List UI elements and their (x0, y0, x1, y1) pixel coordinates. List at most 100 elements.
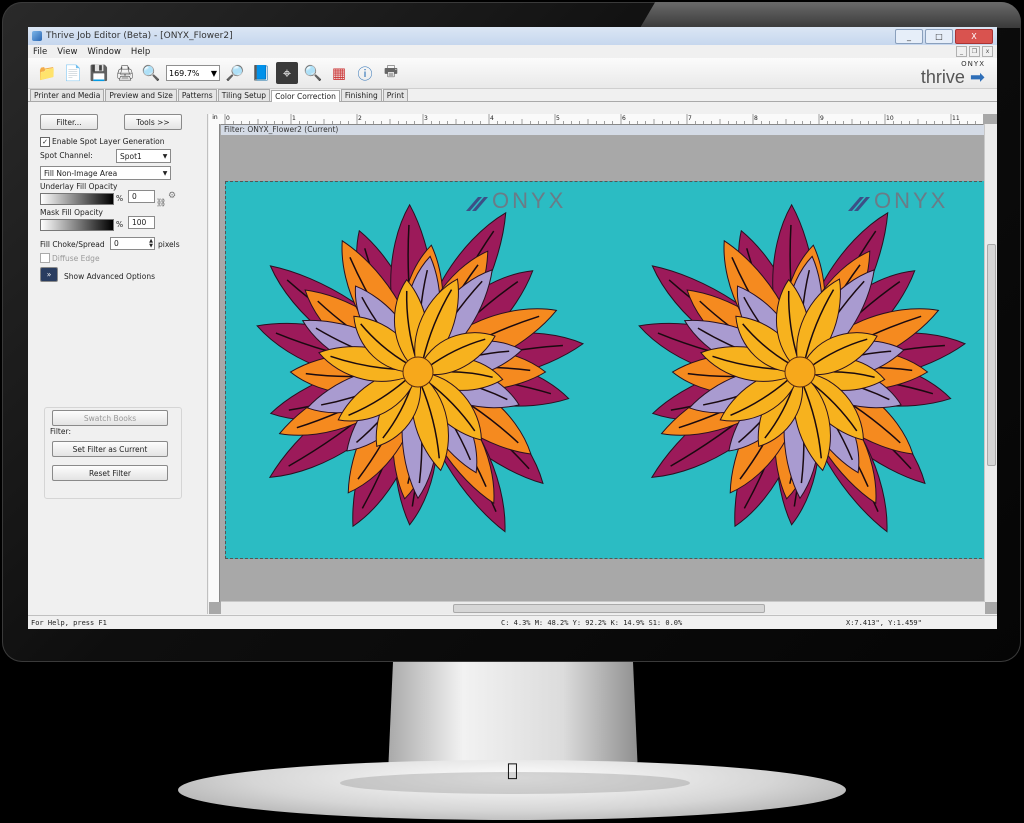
filter-group-label: Filter: (50, 427, 71, 436)
onyx-logo-text: ONYX (492, 188, 567, 213)
mask-opacity-gradient[interactable] (40, 219, 114, 231)
underlay-opacity-input[interactable]: 0 (128, 190, 155, 203)
zoom-icon[interactable]: 🔍 (140, 62, 162, 84)
save-job-icon[interactable]: 📄 (62, 62, 84, 84)
title-bar: Thrive Job Editor (Beta) - [ONYX_Flower2… (28, 27, 997, 45)
tab-patterns[interactable]: Patterns (177, 89, 217, 101)
vertical-scrollbar[interactable] (984, 124, 997, 602)
ruler-number: 2 (358, 115, 362, 122)
show-advanced-label[interactable]: Show Advanced Options (64, 272, 155, 281)
tab-printer-and-media[interactable]: Printer and Media (30, 89, 105, 101)
image-canvas[interactable]: ONYX ONYX (225, 181, 992, 559)
link-icon[interactable]: ⛓ (156, 198, 166, 207)
mask-opacity-input[interactable]: 100 (128, 216, 155, 229)
fill-mode-value: Fill Non-Image Area (44, 168, 118, 178)
window-title: Thrive Job Editor (Beta) - [ONYX_Flower2… (46, 31, 233, 41)
app-window: Thrive Job Editor (Beta) - [ONYX_Flower2… (28, 27, 997, 629)
bezel-reflection (640, 2, 1021, 28)
underlay-opacity-gradient[interactable] (40, 193, 114, 205)
diffuse-edge-checkbox[interactable] (40, 253, 50, 263)
tools-button[interactable]: Tools >> (124, 114, 182, 130)
app-icon (32, 31, 42, 41)
zoom-in-icon[interactable]: 🔎 (224, 62, 246, 84)
set-filter-current-button[interactable]: Set Filter as Current (52, 441, 168, 457)
reset-filter-button[interactable]: Reset Filter (52, 465, 168, 481)
gear-icon[interactable]: ⚙ (168, 191, 176, 201)
underlay-opacity-label: Underlay Fill Opacity (40, 182, 118, 191)
ruler-ticks: 0 1 2 3 4 5 6 7 8 9 10 11 (224, 114, 976, 124)
chevron-down-icon: ▼ (162, 169, 168, 177)
onyx-thrive-logo: ONYX thrive ➡ (920, 60, 985, 87)
fill-choke-input[interactable]: 0 ▲ ▼ (110, 237, 155, 250)
filter-button[interactable]: Filter... (40, 114, 98, 130)
page-view-icon[interactable]: 📘 (250, 62, 272, 84)
toolbar: 📁 📄 💾 🖨 🔍 169.7% ▼ 🔎 📘 ⌖ 🔍 ▦ ⓘ 🖶 ONYX th… (28, 58, 997, 89)
apple-logo-icon:  (507, 760, 518, 781)
flower-center (402, 356, 434, 388)
mdi-close-button[interactable]: x (982, 46, 993, 57)
arrow-right-icon: ➡ (969, 67, 985, 87)
info-icon[interactable]: ⓘ (354, 62, 376, 84)
tab-tiling-setup[interactable]: Tiling Setup (217, 89, 271, 101)
vertical-scroll-thumb[interactable] (987, 244, 996, 466)
onyx-mark-icon (464, 193, 488, 212)
swatch-books-button[interactable]: Swatch Books (52, 410, 168, 426)
tab-print[interactable]: Print (382, 89, 409, 101)
tab-preview-and-size[interactable]: Preview and Size (105, 89, 177, 101)
open-folder-icon[interactable]: 📁 (36, 62, 58, 84)
monitor-frame:  Thrive Job Editor (Beta) - [ONYX_Flowe… (0, 0, 1024, 823)
flower-artwork (256, 203, 967, 533)
menu-file[interactable]: File (28, 47, 52, 57)
diffuse-edge-label: Diffuse Edge (52, 254, 100, 263)
spin-arrows-icon: ▲ ▼ (149, 237, 153, 249)
chevron-down-icon: ▼ (162, 152, 168, 160)
status-color-values: C: 4.3% M: 48.2% Y: 92.2% K: 14.9% S1: 0… (501, 618, 683, 627)
ruler-number: 5 (556, 115, 560, 122)
mdi-restore-button[interactable]: ❐ (969, 46, 980, 57)
expand-advanced-icon[interactable]: » (40, 267, 58, 282)
onyx-logo-left: ONYX (464, 188, 566, 214)
zoom-fit-icon[interactable]: 🔍 (302, 62, 324, 84)
ruler-number: 9 (820, 115, 824, 122)
horizontal-scroll-thumb[interactable] (453, 604, 765, 613)
print-icon[interactable]: 🖨 (114, 62, 136, 84)
brand-name: thrive (920, 67, 965, 87)
enable-spot-label: Enable Spot Layer Generation (52, 137, 165, 146)
status-help: For Help, press F1 (31, 618, 107, 627)
onyx-logo-right: ONYX (846, 188, 948, 214)
color-grid-icon[interactable]: ▦ (328, 62, 350, 84)
menu-view[interactable]: View (52, 47, 82, 57)
tab-finishing[interactable]: Finishing (340, 89, 382, 101)
minimize-button[interactable]: _ (895, 28, 923, 44)
ruler-unit-label: in (209, 114, 221, 124)
close-button[interactable]: X (955, 28, 993, 44)
enable-spot-checkbox[interactable]: ✓ (40, 137, 50, 147)
mdi-minimize-button[interactable]: _ (956, 46, 967, 57)
tab-strip: Printer and Media Preview and Size Patte… (28, 89, 997, 102)
chevron-down-icon: ▼ (210, 68, 217, 78)
mask-opacity-label: Mask Fill Opacity (40, 208, 103, 217)
zoom-select[interactable]: 169.7% ▼ (166, 65, 220, 81)
spot-channel-select[interactable]: Spot1 ▼ (116, 149, 171, 163)
color-correction-panel: Filter... Tools >> ✓ Enable Spot Layer G… (28, 114, 208, 614)
vertical-ruler (209, 124, 220, 602)
menu-help[interactable]: Help (126, 47, 155, 57)
spot-channel-value: Spot1 (120, 151, 142, 161)
tab-color-correction[interactable]: Color Correction (271, 90, 340, 102)
onyx-logo-text: ONYX (874, 188, 949, 213)
maximize-button[interactable]: □ (925, 28, 953, 44)
fill-choke-unit: pixels (158, 240, 180, 249)
menu-bar: File View Window Help _ ❐ x (28, 45, 997, 58)
fill-mode-select[interactable]: Fill Non-Image Area ▼ (40, 166, 171, 180)
ruler-number: 10 (886, 115, 894, 122)
save-icon[interactable]: 💾 (88, 62, 110, 84)
menu-window[interactable]: Window (82, 47, 126, 57)
printer-icon[interactable]: 🖶 (380, 62, 402, 84)
preview-workarea: in 0 1 2 3 4 5 6 7 8 9 10 11 Filter: ONYX_Flower2 (… (209, 114, 997, 614)
fill-choke-value: 0 (114, 239, 119, 248)
ruler-number: 6 (622, 115, 626, 122)
crop-icon[interactable]: ⌖ (276, 62, 298, 84)
status-bar: For Help, press F1 C: 4.3% M: 48.2% Y: 9… (28, 615, 997, 629)
ruler-number: 11 (952, 115, 960, 122)
horizontal-scrollbar[interactable] (221, 601, 985, 614)
